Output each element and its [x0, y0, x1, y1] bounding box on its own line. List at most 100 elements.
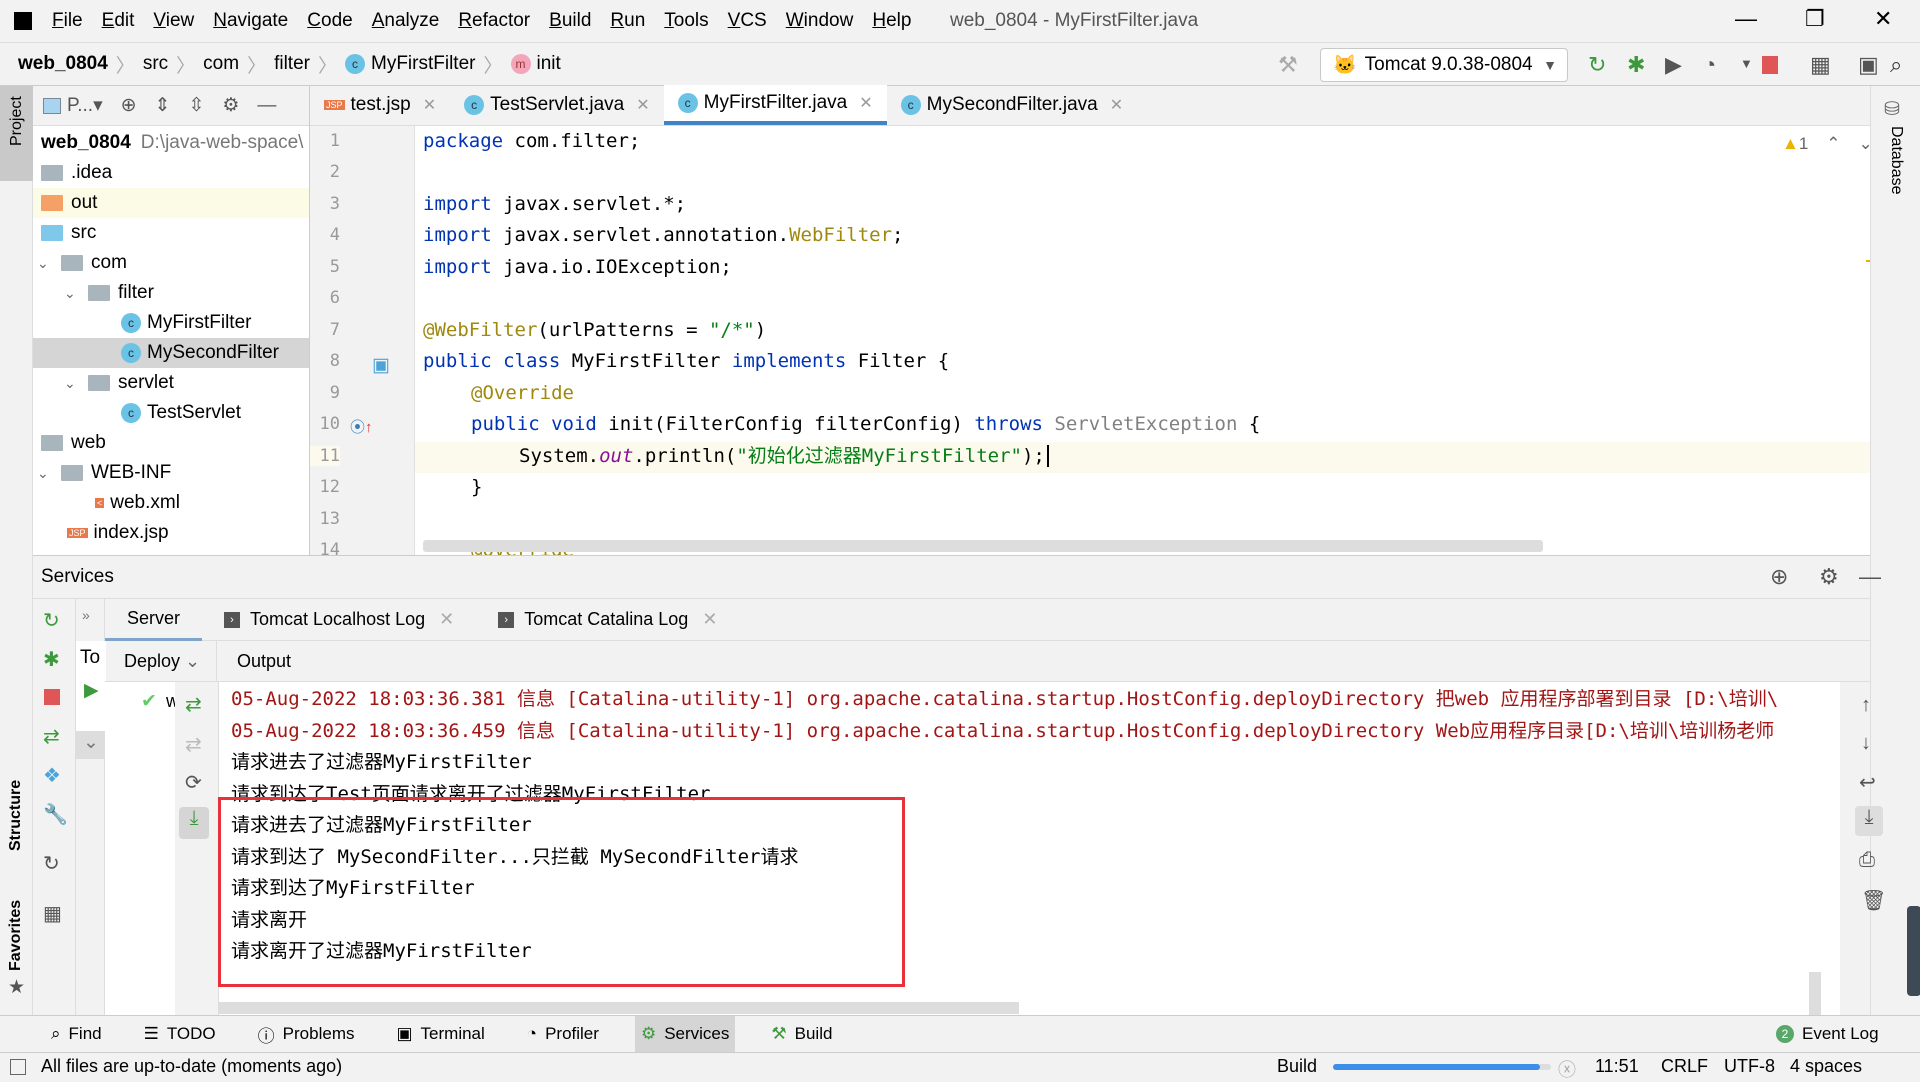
run-configuration-select[interactable]: 🐱 Tomcat 9.0.38-0804 ▼: [1320, 48, 1568, 82]
project-view-select[interactable]: P...▾: [43, 94, 103, 117]
hide-icon[interactable]: —: [1859, 564, 1881, 590]
tab-server[interactable]: Server: [105, 599, 203, 641]
tree-item-filter[interactable]: ⌄ filter: [33, 278, 309, 308]
breadcrumb-filter[interactable]: filter: [274, 53, 310, 75]
close-tab-icon[interactable]: ✕: [702, 609, 717, 630]
tree-item-mysecondfilter[interactable]: c MySecondFilter: [33, 338, 309, 368]
wrench-icon[interactable]: 🔧: [43, 802, 68, 827]
tab-tomcat-catalina-log[interactable]: › Tomcat Catalina Log ✕: [476, 599, 739, 641]
menu-navigate[interactable]: Navigate: [213, 10, 288, 32]
debug-icon[interactable]: ✱: [1627, 52, 1645, 78]
layout-icon[interactable]: ▦: [43, 901, 62, 926]
close-tab-icon[interactable]: ✕: [423, 95, 436, 115]
tree-item-web[interactable]: web: [33, 428, 309, 458]
search-icon[interactable]: ⌕: [1890, 52, 1902, 78]
project-structure-icon[interactable]: ▦: [1810, 52, 1831, 78]
coverage-icon[interactable]: ▶: [1665, 52, 1682, 78]
breadcrumb-com[interactable]: com: [203, 53, 239, 75]
tree-item-web-xml[interactable]: < web.xml: [33, 488, 309, 518]
rerun-icon[interactable]: ↻: [43, 608, 60, 633]
chevron-down-icon[interactable]: ⌄: [76, 731, 106, 759]
breadcrumb-class[interactable]: MyFirstFilter: [371, 53, 475, 75]
project-tool-button[interactable]: Project: [0, 86, 33, 181]
services-tool-button[interactable]: ⚙ Services: [634, 1015, 736, 1053]
close-tab-icon[interactable]: ✕: [1110, 95, 1123, 115]
collapse-all-icon[interactable]: ⇳: [188, 94, 204, 117]
line-separator[interactable]: CRLF: [1661, 1056, 1708, 1077]
find-tool-button[interactable]: ⌕ Find: [45, 1016, 108, 1053]
tree-item-myfirstfilter[interactable]: c MyFirstFilter: [33, 308, 309, 338]
event-log-button[interactable]: 2 Event Log: [1770, 1016, 1885, 1053]
rerun-icon[interactable]: ↻: [1588, 52, 1606, 78]
menu-window[interactable]: Window: [786, 10, 854, 32]
crosshair-icon[interactable]: ⊕: [1770, 564, 1788, 590]
favorites-tool-button[interactable]: Favorites: [7, 900, 25, 971]
tree-item-root[interactable]: web_0804 D:\java-web-space\: [33, 128, 309, 158]
run-icon[interactable]: ▶: [84, 679, 99, 702]
code-area[interactable]: package com.filter; import javax.servlet…: [423, 126, 1823, 555]
deploy-icon[interactable]: ⇄: [185, 692, 202, 717]
arrow-up-icon[interactable]: ↑: [1861, 694, 1871, 717]
tab-mysecondfilter-java[interactable]: c MySecondFilter.java ✕: [887, 85, 1137, 125]
file-encoding[interactable]: UTF-8: [1724, 1056, 1775, 1077]
close-button[interactable]: ✕: [1874, 6, 1892, 32]
deploy-dropdown[interactable]: Deploy ⌄: [105, 640, 217, 682]
todo-tool-button[interactable]: ☰ TODO: [138, 1016, 222, 1053]
tree-item-out[interactable]: out: [33, 188, 309, 218]
indent-setting[interactable]: 4 spaces: [1790, 1056, 1862, 1077]
gear-icon[interactable]: ⚙: [222, 94, 239, 117]
implements-method-icon[interactable]: ⦿↑: [350, 416, 373, 437]
tree-item-src[interactable]: src: [33, 218, 309, 248]
tree-item-web-inf[interactable]: ⌄ WEB-INF: [33, 458, 309, 488]
close-tab-icon[interactable]: ✕: [439, 609, 454, 630]
menu-refactor[interactable]: Refactor: [458, 10, 530, 32]
profiler-tool-button[interactable]: ◔ Profiler: [521, 1016, 605, 1053]
menu-analyze[interactable]: Analyze: [372, 10, 440, 32]
tab-myfirstfilter-java[interactable]: c MyFirstFilter.java ✕: [663, 85, 887, 125]
vertical-scrollbar[interactable]: [1809, 972, 1821, 1016]
database-tool-button[interactable]: Database: [1887, 126, 1905, 195]
close-tab-icon[interactable]: ✕: [636, 95, 649, 115]
artifacts-icon[interactable]: ❖: [43, 763, 61, 788]
structure-tool-button[interactable]: Structure: [7, 780, 25, 851]
menu-run[interactable]: Run: [610, 10, 645, 32]
tab-test-jsp[interactable]: JSP test.jsp ✕: [310, 85, 450, 125]
locate-icon[interactable]: ⊕: [121, 94, 137, 117]
minimize-button[interactable]: —: [1735, 6, 1757, 32]
stop-icon[interactable]: [44, 689, 60, 705]
profile-icon[interactable]: ◔: [1703, 52, 1716, 78]
inspection-widget[interactable]: ▲1 ⌃ ⌄: [1782, 134, 1873, 154]
hide-icon[interactable]: —: [257, 95, 276, 117]
menu-help[interactable]: Help: [872, 10, 911, 32]
service-tree-item[interactable]: To: [80, 647, 100, 669]
caret-position[interactable]: 11:51: [1595, 1056, 1639, 1077]
expand-icon[interactable]: »: [82, 607, 90, 623]
gear-icon[interactable]: ⚙: [1819, 564, 1839, 590]
breadcrumb-src[interactable]: src: [143, 53, 168, 75]
tree-item-com[interactable]: ⌄ com: [33, 248, 309, 278]
menu-code[interactable]: Code: [307, 10, 352, 32]
close-tab-icon[interactable]: ✕: [859, 93, 872, 113]
trash-icon[interactable]: 🗑: [1861, 888, 1886, 913]
deploy-icon[interactable]: ⇄: [43, 724, 60, 749]
tree-item-index-jsp[interactable]: JSP index.jsp: [33, 518, 309, 548]
soft-wrap-icon[interactable]: ↩: [1859, 770, 1876, 795]
tab-testservlet-java[interactable]: c TestServlet.java ✕: [450, 85, 664, 125]
debug-icon[interactable]: ✱: [43, 647, 60, 672]
dropdown-arrow-icon[interactable]: ▼: [1740, 56, 1753, 71]
restore-button[interactable]: ❐: [1805, 6, 1825, 32]
expand-all-icon[interactable]: ⇕: [155, 94, 171, 117]
horizontal-scrollbar[interactable]: [423, 540, 1543, 552]
terminal-tool-button[interactable]: ▣ Terminal: [390, 1016, 490, 1053]
menu-tools[interactable]: Tools: [664, 10, 708, 32]
menu-build[interactable]: Build: [549, 10, 591, 32]
stop-icon[interactable]: [1762, 56, 1778, 74]
tree-item-servlet[interactable]: ⌄ servlet: [33, 368, 309, 398]
refresh-icon[interactable]: ⟳: [185, 770, 202, 795]
tree-item-idea[interactable]: .idea: [33, 158, 309, 188]
build-tool-button[interactable]: ⚒ Build: [765, 1016, 838, 1053]
breadcrumb-method[interactable]: init: [537, 53, 561, 75]
status-toggle-icon[interactable]: [10, 1059, 26, 1075]
menu-vcs[interactable]: VCS: [728, 10, 767, 32]
horizontal-scrollbar[interactable]: [219, 1002, 1019, 1014]
